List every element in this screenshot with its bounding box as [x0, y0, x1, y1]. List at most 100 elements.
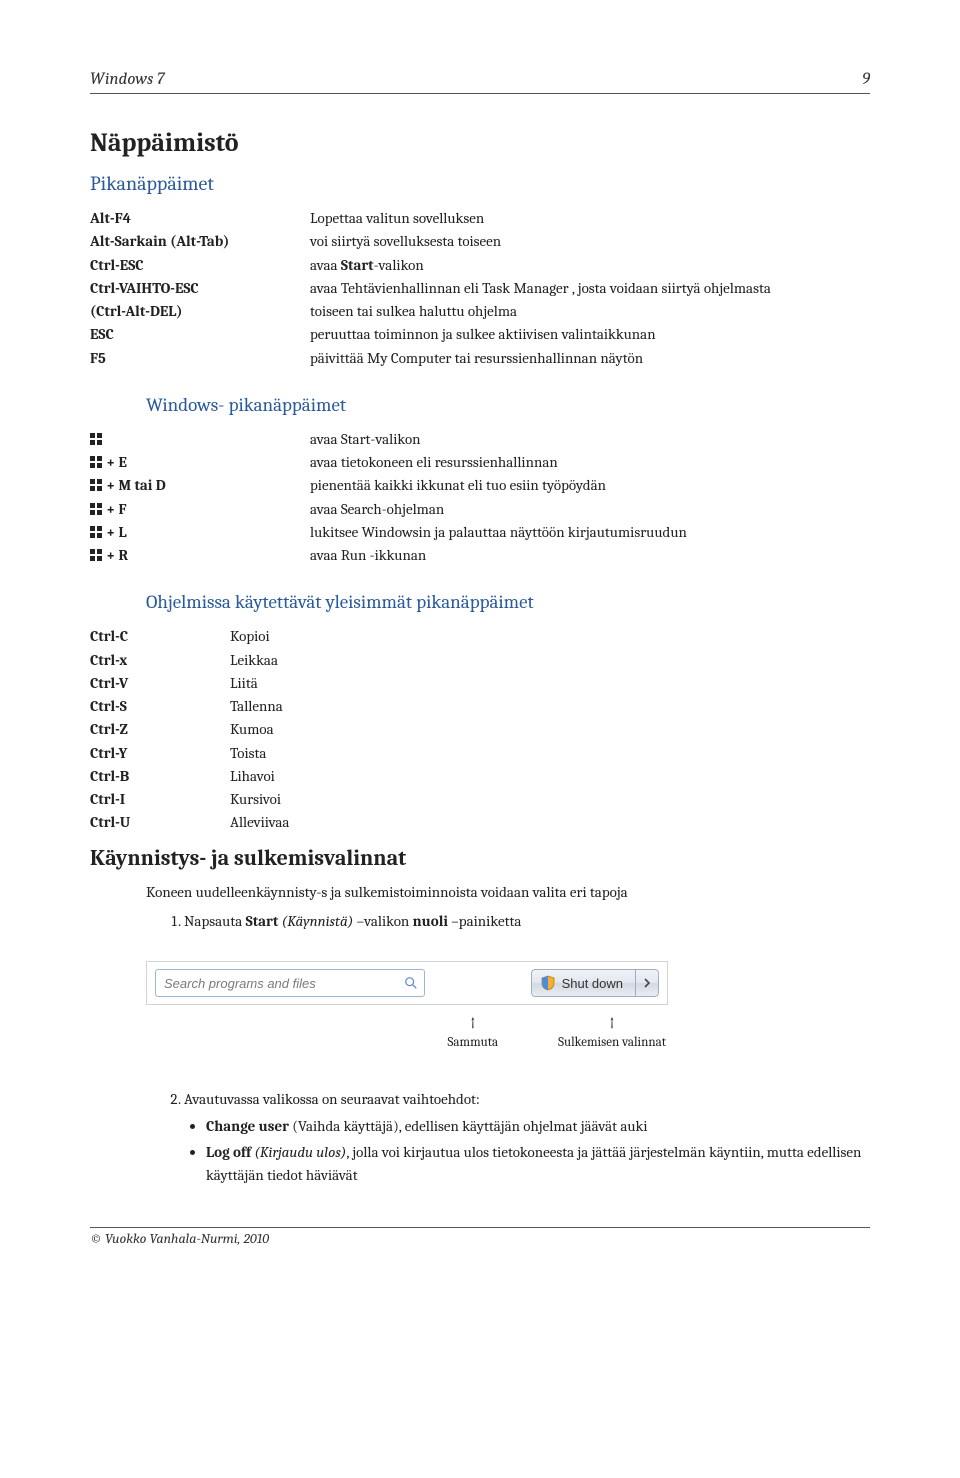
- shortcut-row: + F avaa Search-ohjelman: [90, 498, 870, 521]
- shutdown-options-button[interactable]: [635, 969, 659, 997]
- annotation-shutdown: ↑ Sammuta: [448, 1015, 499, 1050]
- subsection-common-shortcuts-title: Ohjelmissa käytettävät yleisimmät pikanä…: [146, 591, 870, 613]
- annotation-label: Sulkemisen valinnat: [558, 1035, 666, 1050]
- shutdown-label: Shut down: [562, 976, 623, 991]
- shortcut-key: Ctrl-B: [90, 765, 230, 788]
- windows-logo-icon: [90, 433, 103, 446]
- shortcut-row: Ctrl-xLeikkaa: [90, 649, 870, 672]
- subsection-windows-shortcuts-title: Windows- pikanäppäimet: [146, 394, 870, 416]
- intro-text: Koneen uudelleenkäynnisty-s ja sulkemist…: [146, 881, 870, 904]
- page-header: Windows 7 9: [90, 70, 870, 89]
- shortcut-row: Ctrl-CKopioi: [90, 625, 870, 648]
- shortcut-key: Ctrl-VAIHTO-ESC: [90, 277, 310, 300]
- shortcut-row: Alt-Sarkain (Alt-Tab)voi siirtyä sovellu…: [90, 230, 870, 253]
- step2-intro: Avautuvassa valikossa on seuraavat vaiht…: [184, 1090, 480, 1108]
- shortcut-key: Ctrl-Z: [90, 718, 230, 741]
- footer-text: © Vuokko Vanhala-Nurmi, 2010: [90, 1230, 870, 1247]
- shortcut-key: [90, 428, 310, 451]
- shortcut-desc: voi siirtyä sovelluksesta toiseen: [310, 230, 870, 253]
- arrow-up-icon: ↑: [470, 1015, 475, 1033]
- shortcut-desc: Kursivoi: [230, 788, 870, 811]
- shortcut-key: Ctrl-S: [90, 695, 230, 718]
- shortcuts-table: Alt-F4Lopettaa valitun sovelluksen Alt-S…: [90, 207, 870, 370]
- shortcut-row: Ctrl-YToista: [90, 742, 870, 765]
- shortcut-key: (Ctrl-Alt-DEL): [90, 300, 310, 323]
- shortcut-row: Ctrl-STallenna: [90, 695, 870, 718]
- shortcut-desc: avaa Run -ikkunan: [310, 544, 870, 567]
- windows-logo-icon: [90, 549, 103, 562]
- footer-rule: [90, 1227, 870, 1228]
- shortcut-key: Ctrl-x: [90, 649, 230, 672]
- shortcut-row: Ctrl-UAlleviivaa: [90, 811, 870, 834]
- shortcut-key: ESC: [90, 323, 310, 346]
- shortcut-desc: Lihavoi: [230, 765, 870, 788]
- search-placeholder: Search programs and files: [164, 976, 316, 991]
- shortcut-desc: avaa Search-ohjelman: [310, 498, 870, 521]
- windows-logo-icon: [90, 503, 103, 516]
- shortcut-row: Ctrl-VLiitä: [90, 672, 870, 695]
- shortcut-row: F5päivittää My Computer tai resurssienha…: [90, 347, 870, 370]
- shortcut-row: Ctrl-ESCavaa Start-valikon: [90, 254, 870, 277]
- common-shortcuts-table: Ctrl-CKopioi Ctrl-xLeikkaa Ctrl-VLiitä C…: [90, 625, 870, 834]
- shortcut-key: Alt-Sarkain (Alt-Tab): [90, 230, 310, 253]
- windows-logo-icon: [90, 456, 103, 469]
- shortcut-desc: Kumoa: [230, 718, 870, 741]
- shortcut-key: F5: [90, 347, 310, 370]
- shortcut-desc: pienentää kaikki ikkunat eli tuo esiin t…: [310, 474, 870, 497]
- annotation-options: ↑ Sulkemisen valinnat: [558, 1015, 666, 1050]
- windows-shortcuts-table: avaa Start-valikon + E avaa tietokoneen …: [90, 428, 870, 568]
- shortcut-desc: avaa tietokoneen eli resurssienhallinnan: [310, 451, 870, 474]
- windows-logo-icon: [90, 479, 103, 492]
- annotation-arrows: ↑ Sammuta ↑ Sulkemisen valinnat: [146, 1015, 674, 1050]
- shortcut-row: Ctrl-ZKumoa: [90, 718, 870, 741]
- shortcut-key: Ctrl-V: [90, 672, 230, 695]
- start-menu-screenshot: Search programs and files Shut down: [146, 961, 668, 1005]
- shortcut-key: Ctrl-Y: [90, 742, 230, 765]
- windows-logo-icon: [90, 526, 103, 539]
- steps-continued: Avautuvassa valikossa on seuraavat vaiht…: [146, 1088, 870, 1187]
- subsection-shortcuts-title: Pikanäppäimet: [90, 172, 870, 195]
- shortcut-row: + L lukitsee Windowsin ja palauttaa näyt…: [90, 521, 870, 544]
- shortcut-desc: Toista: [230, 742, 870, 765]
- search-input[interactable]: Search programs and files: [155, 969, 425, 997]
- shutdown-button[interactable]: Shut down: [531, 969, 635, 997]
- shortcut-desc: toiseen tai sulkea haluttu ohjelma: [310, 300, 870, 323]
- options-list: Change user (Vaihda käyttäjä), edellisen…: [184, 1115, 870, 1187]
- shortcut-desc: avaa Tehtävienhallinnan eli Task Manager…: [310, 277, 870, 300]
- shortcut-desc: avaa Start-valikon: [310, 428, 870, 451]
- section-keyboard-title: Näppäimistö: [90, 128, 870, 158]
- shortcut-key: + F: [90, 498, 310, 521]
- shortcut-row: Ctrl-IKursivoi: [90, 788, 870, 811]
- section-startup-shutdown-title: Käynnistys- ja sulkemisvalinnat: [90, 845, 870, 871]
- shortcut-row: Alt-F4Lopettaa valitun sovelluksen: [90, 207, 870, 230]
- shutdown-button-group: Shut down: [531, 969, 659, 997]
- shortcut-desc: Kopioi: [230, 625, 870, 648]
- shortcut-key: + M tai D: [90, 474, 310, 497]
- shortcut-desc: Liitä: [230, 672, 870, 695]
- shortcut-row: + E avaa tietokoneen eli resurssienhalli…: [90, 451, 870, 474]
- shield-icon: [540, 975, 556, 991]
- steps-list-2: Avautuvassa valikossa on seuraavat vaiht…: [166, 1088, 870, 1187]
- header-page-number: 9: [862, 70, 870, 89]
- shortcut-key: + R: [90, 544, 310, 567]
- shortcut-desc: Lopettaa valitun sovelluksen: [310, 207, 870, 230]
- shortcut-desc: Tallenna: [230, 695, 870, 718]
- header-rule: [90, 93, 870, 94]
- shortcut-row: Ctrl-VAIHTO-ESCavaa Tehtävienhallinnan e…: [90, 277, 870, 300]
- shortcut-row: + M tai D pienentää kaikki ikkunat eli t…: [90, 474, 870, 497]
- page: Windows 7 9 Näppäimistö Pikanäppäimet Al…: [0, 0, 960, 1478]
- shortcut-row: (Ctrl-Alt-DEL)toiseen tai sulkea haluttu…: [90, 300, 870, 323]
- shortcut-row: avaa Start-valikon: [90, 428, 870, 451]
- shortcut-desc: peruuttaa toiminnon ja sulkee aktiivisen…: [310, 323, 870, 346]
- chevron-right-icon: [643, 976, 651, 991]
- step-item: Avautuvassa valikossa on seuraavat vaiht…: [184, 1088, 870, 1187]
- shortcut-key: Ctrl-U: [90, 811, 230, 834]
- option-item: Change user (Vaihda käyttäjä), edellisen…: [206, 1115, 870, 1138]
- steps-list: Napsauta Start (Käynnistä) –valikon nuol…: [166, 910, 870, 933]
- shortcut-row: Ctrl-BLihavoi: [90, 765, 870, 788]
- shortcut-key: Ctrl-I: [90, 788, 230, 811]
- annotation-label: Sammuta: [448, 1035, 499, 1050]
- option-item: Log off (Kirjaudu ulos), jolla voi kirja…: [206, 1141, 870, 1188]
- shortcut-desc: Alleviivaa: [230, 811, 870, 834]
- arrow-up-icon: ↑: [609, 1015, 614, 1033]
